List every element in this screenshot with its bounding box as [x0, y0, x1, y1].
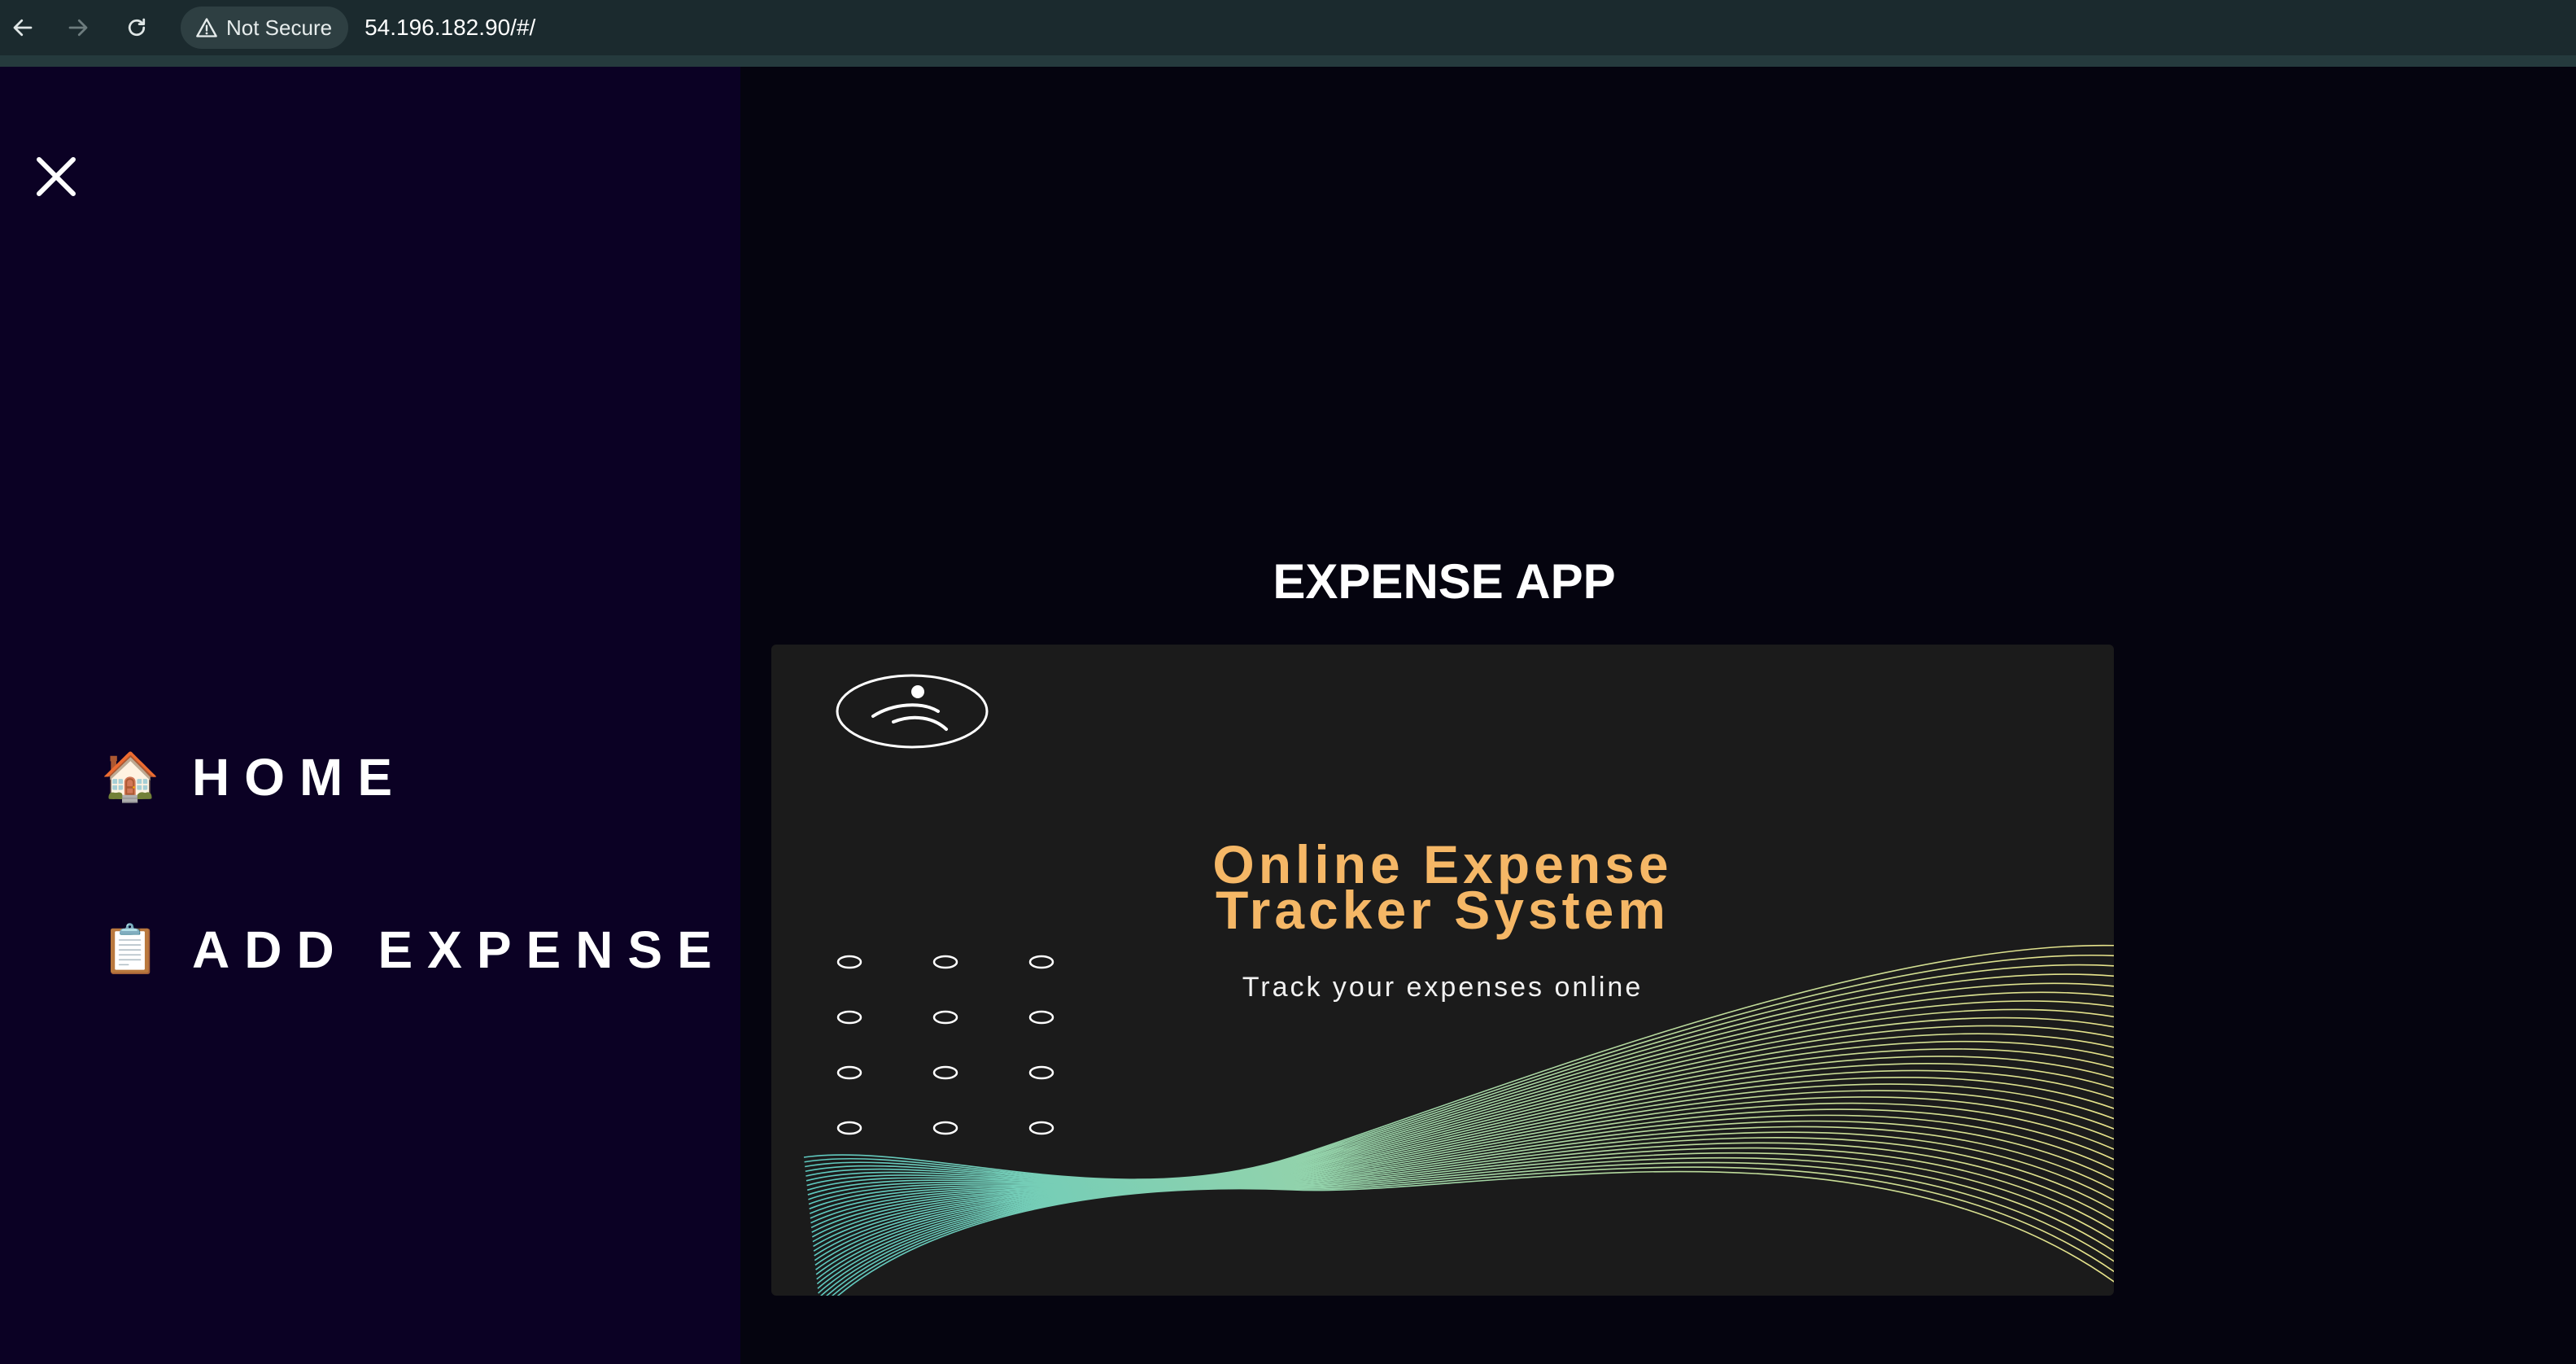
- sidebar: [0, 67, 740, 1364]
- address-bar[interactable]: Not Secure 54.196.182.90/#/: [181, 7, 535, 49]
- banner-graphics: [803, 674, 2114, 1296]
- browser-toolbar: Not Secure 54.196.182.90/#/: [0, 0, 2576, 55]
- warning-icon: [196, 18, 217, 37]
- sidebar-item-label: HOME: [192, 748, 407, 807]
- banner-subtitle: Track your expenses online: [1242, 972, 1644, 1003]
- arrow-left-icon: [13, 19, 33, 37]
- sidebar-item-add-expense[interactable]: 📋 ADD EXPENSE: [101, 920, 727, 980]
- banner-title: Online Expense Tracker System: [771, 837, 2114, 940]
- page-title: EXPENSE APP: [1273, 554, 1616, 609]
- clipboard-icon: 📋: [101, 923, 160, 976]
- sidebar-item-label: ADD EXPENSE: [192, 920, 727, 979]
- sidebar-item-home[interactable]: 🏠 HOME: [101, 747, 407, 807]
- back-button[interactable]: [7, 11, 39, 44]
- house-icon: 🏠: [101, 750, 160, 803]
- security-label: Not Secure: [226, 15, 333, 40]
- close-icon: [37, 157, 76, 196]
- banner-title-line2: Tracker System: [1215, 880, 1670, 940]
- hero-banner: Online Expense Tracker System Track your…: [771, 645, 2114, 1296]
- reload-button[interactable]: [120, 11, 153, 44]
- url-text[interactable]: 54.196.182.90/#/: [365, 15, 535, 41]
- close-button[interactable]: [33, 153, 80, 200]
- forward-button[interactable]: [62, 11, 94, 44]
- toolbar-divider: [0, 55, 2576, 67]
- arrow-right-icon: [68, 19, 88, 37]
- wave-line: [806, 991, 2114, 1183]
- wave-line: [806, 982, 2114, 1183]
- security-indicator[interactable]: Not Secure: [181, 7, 349, 49]
- logo-icon: [836, 674, 989, 749]
- reload-icon: [128, 18, 146, 37]
